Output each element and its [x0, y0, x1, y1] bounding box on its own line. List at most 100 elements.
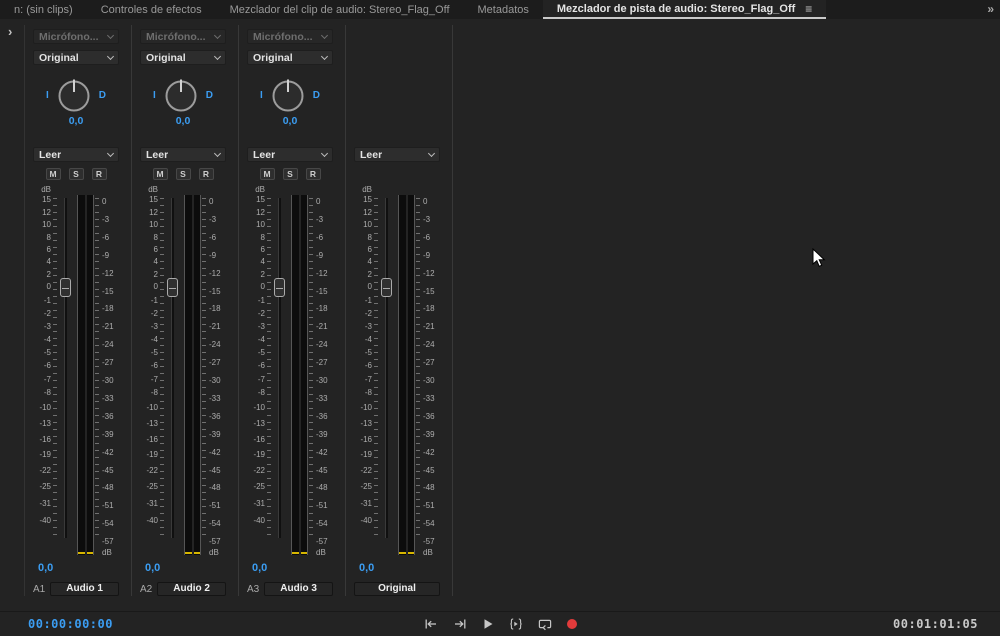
- track-preset-dropdown[interactable]: Original: [33, 50, 119, 65]
- volume-value[interactable]: 0,0: [38, 562, 119, 575]
- channel-strips: Micrófono... Original I D 0,0 Leer M S: [24, 25, 453, 596]
- panel-tab[interactable]: n: (sin clips): [0, 0, 87, 19]
- pan-knob-icon[interactable]: [270, 77, 306, 113]
- scale-tick-label: -5: [151, 349, 158, 357]
- solo-button[interactable]: S: [283, 168, 298, 180]
- scale-tick-label: -6: [102, 234, 109, 242]
- input-device-dropdown[interactable]: Micrófono...: [33, 29, 119, 44]
- input-device-dropdown[interactable]: Micrófono...: [140, 29, 226, 44]
- chevron-down-icon: [321, 52, 328, 59]
- play-icon[interactable]: [479, 616, 497, 632]
- fader-handle[interactable]: [167, 278, 178, 297]
- scale-tick-label: -21: [102, 323, 114, 331]
- input-device-label: Micrófono...: [253, 31, 313, 43]
- track-preset-dropdown[interactable]: Original: [140, 50, 226, 65]
- track-name[interactable]: Audio 3: [264, 582, 333, 596]
- meter-db-scale: 0-3-6-9-12-15-18-21-24-27-30-33-36-39-42…: [207, 190, 226, 556]
- pan-right-label: D: [99, 90, 106, 101]
- scale-tick-label: 2: [368, 271, 372, 279]
- scale-tick-label: -13: [253, 420, 265, 428]
- scale-tick-label: -42: [423, 449, 435, 457]
- track-name-row: A3 Audio 3: [247, 582, 333, 596]
- pan-value[interactable]: 0,0: [33, 115, 119, 127]
- fader-handle[interactable]: [274, 278, 285, 297]
- scale-tick-label: -16: [360, 436, 372, 444]
- mute-button[interactable]: M: [46, 168, 61, 180]
- loop-icon[interactable]: [535, 616, 555, 633]
- record-arm-button[interactable]: R: [306, 168, 321, 180]
- scale-tick-label: 0: [368, 283, 372, 291]
- automation-mode-dropdown[interactable]: Leer: [140, 147, 226, 162]
- volume-fader[interactable]: [165, 190, 181, 556]
- pan-knob-icon[interactable]: [56, 77, 92, 113]
- meter-peak-indicator: [399, 552, 414, 554]
- fader-tick-marks: [374, 198, 378, 538]
- volume-value[interactable]: 0,0: [252, 562, 333, 575]
- record-arm-button[interactable]: R: [199, 168, 214, 180]
- scale-tick-label: -48: [423, 484, 435, 492]
- scale-tick-label: -6: [258, 362, 265, 370]
- mouse-cursor: [812, 248, 827, 274]
- panel-tab[interactable]: Metadatos: [464, 0, 543, 19]
- panel-menu-icon[interactable]: ≡: [805, 2, 812, 16]
- mute-button[interactable]: M: [153, 168, 168, 180]
- play-in-to-out-icon[interactable]: [506, 616, 526, 632]
- pan-value[interactable]: 0,0: [247, 115, 333, 127]
- scale-tick-label: -8: [365, 389, 372, 397]
- volume-value[interactable]: 0,0: [359, 562, 440, 575]
- track-preset-label: Original: [146, 52, 186, 64]
- solo-button[interactable]: S: [69, 168, 84, 180]
- scale-tick-label: 0: [47, 283, 51, 291]
- scale-tick-label: 10: [149, 221, 158, 229]
- scale-tick-label: -54: [316, 520, 328, 528]
- go-to-in-icon[interactable]: [421, 616, 441, 632]
- input-device-dropdown[interactable]: Micrófono...: [247, 29, 333, 44]
- solo-button[interactable]: S: [176, 168, 191, 180]
- fader-handle[interactable]: [381, 278, 392, 297]
- go-to-out-icon[interactable]: [450, 616, 470, 632]
- scale-tick-label: -36: [316, 413, 328, 421]
- fader-and-meter: dB15121086420-1-2-3-4-5-6-7-8-10-13-16-1…: [140, 190, 226, 556]
- pan-knob-icon[interactable]: [163, 77, 199, 113]
- pan-value[interactable]: 0,0: [140, 115, 226, 127]
- mute-button[interactable]: M: [260, 168, 275, 180]
- scale-tick-label: -3: [151, 323, 158, 331]
- fader-tick-marks: [160, 198, 164, 538]
- record-arm-button[interactable]: R: [92, 168, 107, 180]
- automation-mode-dropdown[interactable]: Leer: [33, 147, 119, 162]
- scale-tick-label: -2: [151, 310, 158, 318]
- tab-overflow-icon[interactable]: »: [987, 0, 994, 19]
- scale-tick-label: 8: [154, 234, 158, 242]
- scale-tick-label: 8: [368, 234, 372, 242]
- track-name[interactable]: Audio 1: [50, 582, 119, 596]
- panel-tab-label: Controles de efectos: [101, 4, 202, 16]
- show-effects-sends-expander-icon[interactable]: ›: [8, 24, 12, 39]
- volume-value[interactable]: 0,0: [145, 562, 226, 575]
- track-preset-dropdown[interactable]: Original: [247, 50, 333, 65]
- chevron-down-icon: [321, 149, 328, 156]
- scale-tick-label: 8: [261, 234, 265, 242]
- scale-tick-label: -7: [151, 376, 158, 384]
- fader-handle[interactable]: [60, 278, 71, 297]
- scale-tick-label: 6: [154, 246, 158, 254]
- fader-db-scale: dB15121086420-1-2-3-4-5-6-7-8-10-13-16-1…: [247, 190, 266, 556]
- current-timecode[interactable]: 00:00:00:00: [28, 617, 113, 631]
- record-icon[interactable]: [564, 616, 580, 632]
- volume-fader[interactable]: [272, 190, 288, 556]
- pan-control: I D 0,0: [140, 71, 226, 135]
- panel-tab[interactable]: Mezclador de pista de audio: Stereo_Flag…: [543, 0, 826, 19]
- track-name[interactable]: Original: [354, 582, 440, 596]
- panel-tab[interactable]: Mezclador del clip de audio: Stereo_Flag…: [216, 0, 464, 19]
- scale-tick-label: -45: [209, 467, 221, 475]
- automation-mode-dropdown[interactable]: Leer: [354, 147, 440, 162]
- automation-mode-dropdown[interactable]: Leer: [247, 147, 333, 162]
- panel-tab[interactable]: Controles de efectos: [87, 0, 216, 19]
- volume-fader[interactable]: [58, 190, 74, 556]
- scale-tick-label: -9: [102, 252, 109, 260]
- scale-tick-label: -1: [258, 297, 265, 305]
- scale-tick-label: dB: [316, 549, 326, 557]
- track-name[interactable]: Audio 2: [157, 582, 226, 596]
- meter-tick-marks: [309, 198, 313, 538]
- scale-tick-label: -25: [146, 483, 158, 491]
- volume-fader[interactable]: [379, 190, 395, 556]
